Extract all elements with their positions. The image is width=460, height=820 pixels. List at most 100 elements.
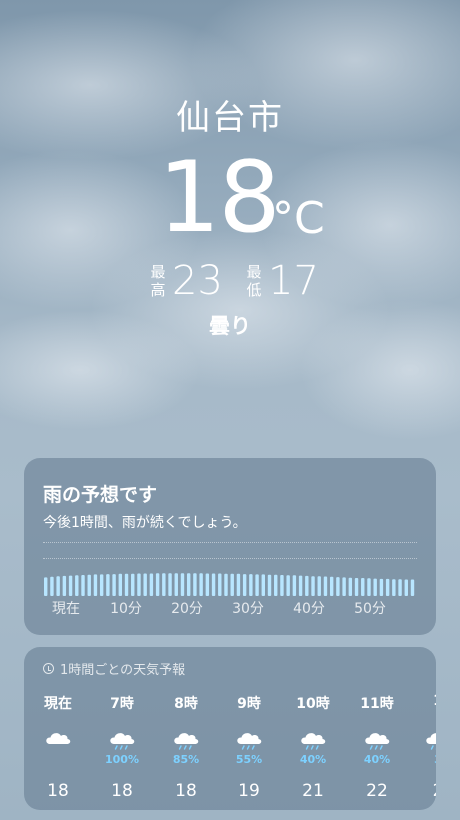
rain-intensity-bar [87, 574, 91, 596]
rain-intensity-bar [255, 574, 259, 596]
rain-axis-label: 30分 [232, 601, 264, 617]
rain-intensity-bar [348, 577, 353, 596]
rain-intensity-bar [298, 575, 303, 596]
cloud-rain-icon [171, 729, 201, 755]
rain-intensity-bar [112, 574, 116, 596]
hour-time: 9時 [237, 696, 261, 712]
precipitation-chance: 3 [412, 753, 436, 766]
rain-intensity-bar [398, 579, 402, 596]
rain-intensity-bar [131, 573, 135, 596]
rain-intensity-bar [81, 575, 85, 596]
rain-intensity-bar [155, 573, 160, 596]
precipitation-chance: 55% [235, 753, 263, 766]
rain-intensity-bar [68, 575, 73, 596]
rain-intensity-bar [93, 574, 98, 596]
rain-intensity-bar [230, 573, 234, 596]
rain-intensity-bar [44, 577, 48, 596]
low-label: 最 低 [245, 263, 263, 299]
hour-time: 現在 [44, 696, 72, 712]
low-label-2: 低 [246, 281, 262, 299]
cloud-drizzle-icon [298, 729, 328, 755]
rain-intensity-bar [305, 575, 309, 596]
rain-axis-label: 10分 [110, 601, 142, 617]
hour-column: 1 3 2 [412, 647, 436, 810]
rain-intensity-bar [379, 578, 384, 596]
rain-intensity-bar [410, 579, 415, 596]
rain-intensity-bar [311, 576, 315, 596]
high-low: 最 高 23 最 低 17 [0, 258, 460, 304]
rain-intensity-bar [354, 578, 359, 596]
rain-intensity-bar [404, 579, 408, 596]
rain-intensity-bar [162, 573, 166, 596]
precipitation-chance: 40% [363, 753, 391, 766]
rain-intensity-bar [336, 577, 340, 596]
rain-intensity-bar [367, 578, 371, 596]
current-temperature: 18 °C [0, 141, 460, 255]
low-temperature: 17 [268, 258, 319, 304]
high-label: 最 高 [149, 263, 167, 299]
rain-intensity-bar [186, 573, 191, 596]
rain-card-subtitle: 今後1時間、雨が続くでしょう。 [43, 515, 247, 531]
rain-intensity-bar [211, 573, 216, 596]
rain-axis-label: 20分 [171, 601, 203, 617]
hourly-forecast-card[interactable]: 1時間ごとの天気予報 現在 18 7時 100% 18 8時 85% 18 9時 55% 19 10時… [24, 647, 436, 810]
precipitation-chance: 85% [172, 753, 200, 766]
rain-intensity-bar [224, 573, 228, 596]
hour-temperature: 21 [302, 781, 324, 801]
hour-column: 10時 40% 21 [287, 647, 339, 810]
rain-axis-label: 現在 [52, 601, 80, 617]
rain-intensity-bar [106, 574, 110, 596]
hour-column: 7時 100% 18 [96, 647, 148, 810]
rain-intensity-bar [205, 573, 210, 596]
rain-intensity-bar [236, 573, 241, 596]
rain-intensity-bar [56, 576, 60, 596]
rain-intensity-bar [373, 578, 377, 596]
rain-intensity-bar [62, 575, 67, 596]
temperature-value: 18 [158, 141, 281, 255]
hour-column: 9時 55% 19 [223, 647, 275, 810]
rain-intensity-bar [385, 578, 390, 596]
cloud-drizzle-icon [423, 729, 436, 755]
rain-intensity-bar [249, 574, 253, 596]
rain-intensity-bar [323, 576, 328, 596]
rain-intensity-bar [50, 576, 54, 596]
precipitation-chance: 100% [105, 753, 139, 766]
hour-column: 11時 40% 22 [351, 647, 403, 810]
rain-intensity-bar [199, 573, 203, 596]
rain-card-title: 雨の予想です [43, 484, 158, 506]
hour-time: 8時 [174, 696, 198, 712]
rain-intensity-bar [329, 576, 334, 596]
hour-temperature: 2 [412, 781, 436, 801]
rain-intensity-bar [180, 573, 185, 596]
rain-intensity-bar [193, 573, 197, 596]
high-label-2: 高 [150, 281, 166, 299]
cloud-rain-icon [107, 729, 137, 755]
rain-intensity-bar [342, 577, 346, 596]
weather-header: 仙台市 [0, 96, 460, 140]
low-label-1: 最 [246, 263, 262, 281]
rain-intensity-bar [218, 573, 222, 596]
hour-time: 10時 [296, 696, 330, 712]
rain-intensity-bar [99, 574, 104, 596]
rain-intensity-bar [286, 575, 290, 596]
precipitation-chance: 40% [299, 753, 327, 766]
rain-intensity-bar [317, 576, 321, 596]
rain-intensity-chart [44, 566, 417, 596]
rain-intensity-bar [280, 575, 284, 596]
rain-intensity-bar [267, 574, 272, 596]
rain-intensity-bar [274, 574, 278, 596]
high-label-1: 最 [150, 263, 166, 281]
rain-intensity-bar [261, 574, 265, 596]
rain-gridline-middle [43, 558, 417, 559]
hour-temperature: 19 [238, 781, 260, 801]
weather-condition: 曇り [209, 314, 251, 338]
temperature-unit: °C [272, 193, 325, 244]
rain-forecast-card[interactable]: 雨の予想です 今後1時間、雨が続くでしょう。 現在 10分 20分 30分 40… [24, 458, 436, 635]
city-name: 仙台市 [176, 98, 284, 138]
rain-intensity-bar [143, 573, 147, 596]
hour-time: 11時 [360, 696, 394, 712]
rain-intensity-bar [392, 579, 396, 596]
rain-intensity-bar [75, 575, 79, 596]
hour-column: 8時 85% 18 [160, 647, 212, 810]
hour-temperature: 18 [175, 781, 197, 801]
